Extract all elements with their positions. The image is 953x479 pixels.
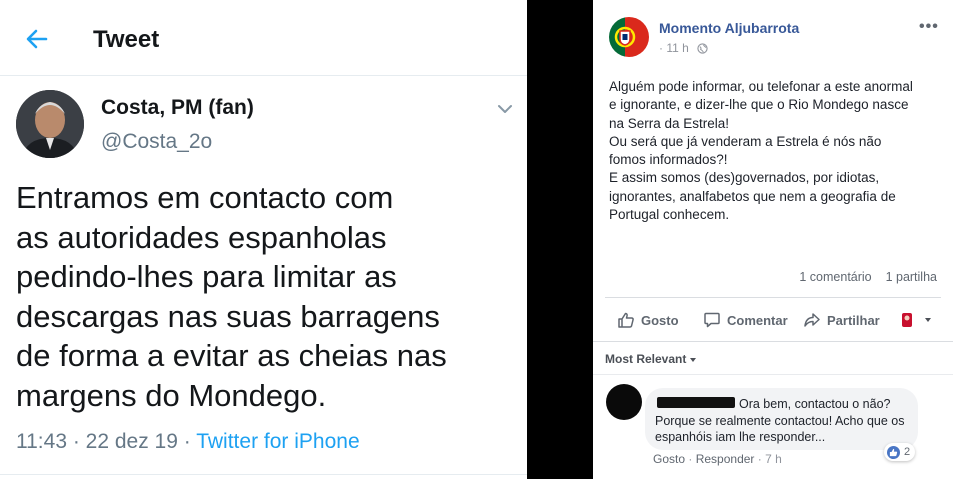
post-line: na Serra da Estrela! bbox=[609, 115, 730, 131]
comment-actions: Gosto · Responder · 7 h bbox=[653, 452, 782, 466]
post-time-value: 11 h bbox=[666, 41, 689, 55]
engagement-counts: 1 comentário 1 partilha bbox=[593, 270, 937, 284]
post-text: Alguém pode informar, ou telefonar a est… bbox=[609, 78, 945, 224]
commenter-avatar[interactable] bbox=[606, 384, 642, 420]
like-button[interactable]: Gosto bbox=[617, 310, 679, 330]
tweet-line: descargas nas suas barragens bbox=[16, 298, 440, 334]
reaction-picker-button[interactable] bbox=[899, 310, 931, 330]
tweet-meta: 11:43 · 22 dez 19 · Twitter for iPhone bbox=[16, 430, 360, 454]
post-time[interactable]: · 11 h bbox=[659, 41, 689, 55]
facebook-post-panel: Momento Aljubarrota · 11 h ••• Alguém po… bbox=[593, 0, 953, 479]
reaction-count: 2 bbox=[904, 446, 911, 458]
post-line: Alguém pode informar, ou telefonar a est… bbox=[609, 79, 913, 94]
comment-reactions[interactable]: 2 bbox=[884, 443, 916, 461]
back-arrow-icon[interactable] bbox=[24, 26, 50, 52]
sort-label: Most Relevant bbox=[605, 352, 687, 366]
portugal-flag-icon bbox=[609, 17, 649, 57]
comment-actions-separator: · bbox=[688, 452, 696, 466]
chevron-down-icon[interactable] bbox=[496, 100, 514, 118]
post-line: fomos informados?! bbox=[609, 152, 728, 168]
comment-time[interactable]: 7 h bbox=[765, 452, 782, 466]
post-line: Ou será que já venderam a Estrela é nós … bbox=[609, 133, 882, 149]
tweet-line: as autoridades espanholas bbox=[16, 219, 387, 255]
tweet-header: Tweet bbox=[0, 0, 527, 76]
tweet-line: margens do Mondego. bbox=[16, 377, 327, 413]
thumbs-up-icon bbox=[618, 312, 634, 328]
divider bbox=[605, 297, 941, 298]
comment-label: Comentar bbox=[727, 312, 788, 328]
comment-actions-separator: · bbox=[757, 452, 766, 466]
share-icon bbox=[804, 313, 820, 327]
shares-count-link[interactable]: 1 partilha bbox=[886, 270, 937, 284]
tweet-line: de forma a evitar as cheias nas bbox=[16, 338, 447, 374]
user-handle[interactable]: @Costa_2o bbox=[101, 130, 212, 154]
display-name[interactable]: Costa, PM (fan) bbox=[101, 96, 254, 120]
profile-reaction-icon bbox=[902, 313, 912, 327]
globe-icon bbox=[697, 43, 708, 54]
post-line: E assim somos (des)governados, por idiot… bbox=[609, 170, 880, 186]
post-line: ignorantes, analfabetos que nem a geogra… bbox=[609, 188, 896, 204]
thumbs-up-mini-icon bbox=[889, 448, 898, 456]
comments-count-link[interactable]: 1 comentário bbox=[799, 270, 871, 284]
divider bbox=[593, 374, 953, 375]
comment-icon bbox=[704, 312, 720, 328]
comment-like-link[interactable]: Gosto bbox=[653, 452, 685, 466]
comment-text: Ora bem, contactou o não? Porque se real… bbox=[655, 397, 905, 444]
tweet-line: Entramos em contacto com bbox=[16, 180, 394, 215]
like-label: Gosto bbox=[641, 312, 679, 328]
comment-reply-link[interactable]: Responder bbox=[696, 452, 755, 466]
tweet-line: pedindo-lhes para limitar as bbox=[16, 259, 397, 295]
tweet-time[interactable]: 11:43 bbox=[16, 430, 67, 453]
header-title: Tweet bbox=[93, 26, 160, 53]
avatar-photo bbox=[16, 90, 84, 158]
comment-button[interactable]: Comentar bbox=[703, 310, 788, 330]
like-reaction-icon bbox=[887, 445, 900, 459]
tweet-text: Entramos em contacto com as autoridades … bbox=[16, 178, 516, 416]
meta-separator: · bbox=[183, 430, 197, 453]
share-label: Partilhar bbox=[827, 312, 880, 328]
caret-down-icon bbox=[925, 318, 931, 322]
divider bbox=[593, 341, 953, 342]
divider bbox=[0, 474, 527, 475]
more-options-icon[interactable]: ••• bbox=[919, 18, 939, 36]
post-line: Portugal conhecem. bbox=[609, 207, 730, 223]
caret-down-icon bbox=[690, 357, 697, 362]
counts-spacer bbox=[875, 270, 882, 284]
share-button[interactable]: Partilhar bbox=[803, 310, 880, 330]
tweet-source-link[interactable]: Twitter for iPhone bbox=[196, 430, 359, 453]
comment-sort-dropdown[interactable]: Most Relevant bbox=[605, 352, 697, 366]
page-avatar[interactable] bbox=[609, 17, 649, 57]
post-line: e ignorante, e dizer-lhe que o Rio Monde… bbox=[609, 97, 909, 113]
page-name-link[interactable]: Momento Aljubarrota bbox=[659, 20, 799, 36]
avatar[interactable] bbox=[16, 90, 84, 158]
tweet-panel: Tweet Costa, PM (fan) @Costa_2o Entramos… bbox=[0, 0, 527, 479]
tweet-date[interactable]: 22 dez 19 bbox=[86, 430, 178, 453]
meta-separator: · bbox=[72, 430, 86, 453]
